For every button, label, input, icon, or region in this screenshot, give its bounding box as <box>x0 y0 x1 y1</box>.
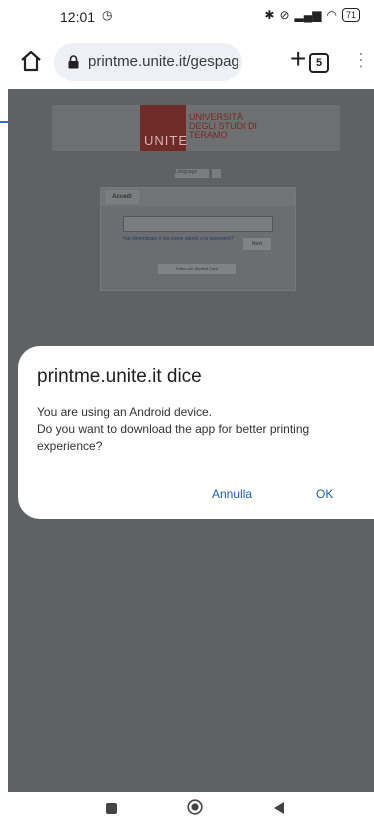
login-box: Accedi Hai dimenticato il tuo nome utent… <box>100 187 296 291</box>
home-nav-icon[interactable] <box>187 799 203 815</box>
home-icon[interactable] <box>18 48 44 74</box>
recent-apps-icon[interactable] <box>106 803 117 814</box>
logo-university-text: UNIVERSITÀ DEGLI STUDI DI TERAMO <box>189 112 258 140</box>
cancel-button[interactable]: Annulla <box>212 487 252 501</box>
status-icons: ✱ ⊘ ▂▄▆ ◠ 71 <box>264 8 360 22</box>
alt-login-button[interactable]: Entra con Student Card <box>158 264 236 274</box>
wifi-icon: ◠ <box>326 8 337 22</box>
status-bar: 12:01 ◷ ✱ ⊘ ▂▄▆ ◠ 71 <box>0 0 374 34</box>
login-tab-bar: Accedi <box>101 188 295 206</box>
dialog-title: printme.unite.it dice <box>37 366 202 387</box>
alarm-icon: ◷ <box>102 8 113 22</box>
system-nav-bar <box>0 792 374 825</box>
university-banner: UNITE UNIVERSITÀ DEGLI STUDI DI TERAMO <box>52 105 340 151</box>
status-time: 12:01 <box>60 9 96 25</box>
language-select[interactable]: Language <box>175 169 209 178</box>
alert-dialog: printme.unite.it dice You are using an A… <box>18 346 374 519</box>
forgot-password-link[interactable]: Hai dimenticato il tuo nome utente o la … <box>123 236 238 242</box>
signal-icon: ▂▄▆ <box>294 8 322 22</box>
language-go-button[interactable] <box>212 169 221 178</box>
bluetooth-icon: ✱ <box>264 8 275 22</box>
browser-toolbar: printme.unite.it/gespage/ + 5 ⋮ <box>0 34 374 123</box>
more-menu-icon[interactable]: ⋮ <box>352 50 370 70</box>
battery-icon: 71 <box>341 8 360 22</box>
do-not-disturb-icon: ⊘ <box>279 8 290 22</box>
logo-main-text: UNITE <box>144 133 188 148</box>
username-input[interactable] <box>123 216 273 232</box>
dialog-message: You are using an Android device. Do you … <box>37 405 310 453</box>
back-icon[interactable] <box>272 801 286 815</box>
new-tab-button[interactable]: + <box>290 44 306 74</box>
tab-switcher-button[interactable]: 5 <box>309 53 329 73</box>
next-button[interactable]: Next <box>243 238 271 250</box>
tab-accedi[interactable]: Accedi <box>105 190 139 204</box>
ok-button[interactable]: OK <box>316 487 333 501</box>
url-text[interactable]: printme.unite.it/gespage/ <box>88 53 238 70</box>
lock-icon[interactable] <box>68 55 79 69</box>
address-bar[interactable]: printme.unite.it/gespage/ <box>54 43 242 81</box>
